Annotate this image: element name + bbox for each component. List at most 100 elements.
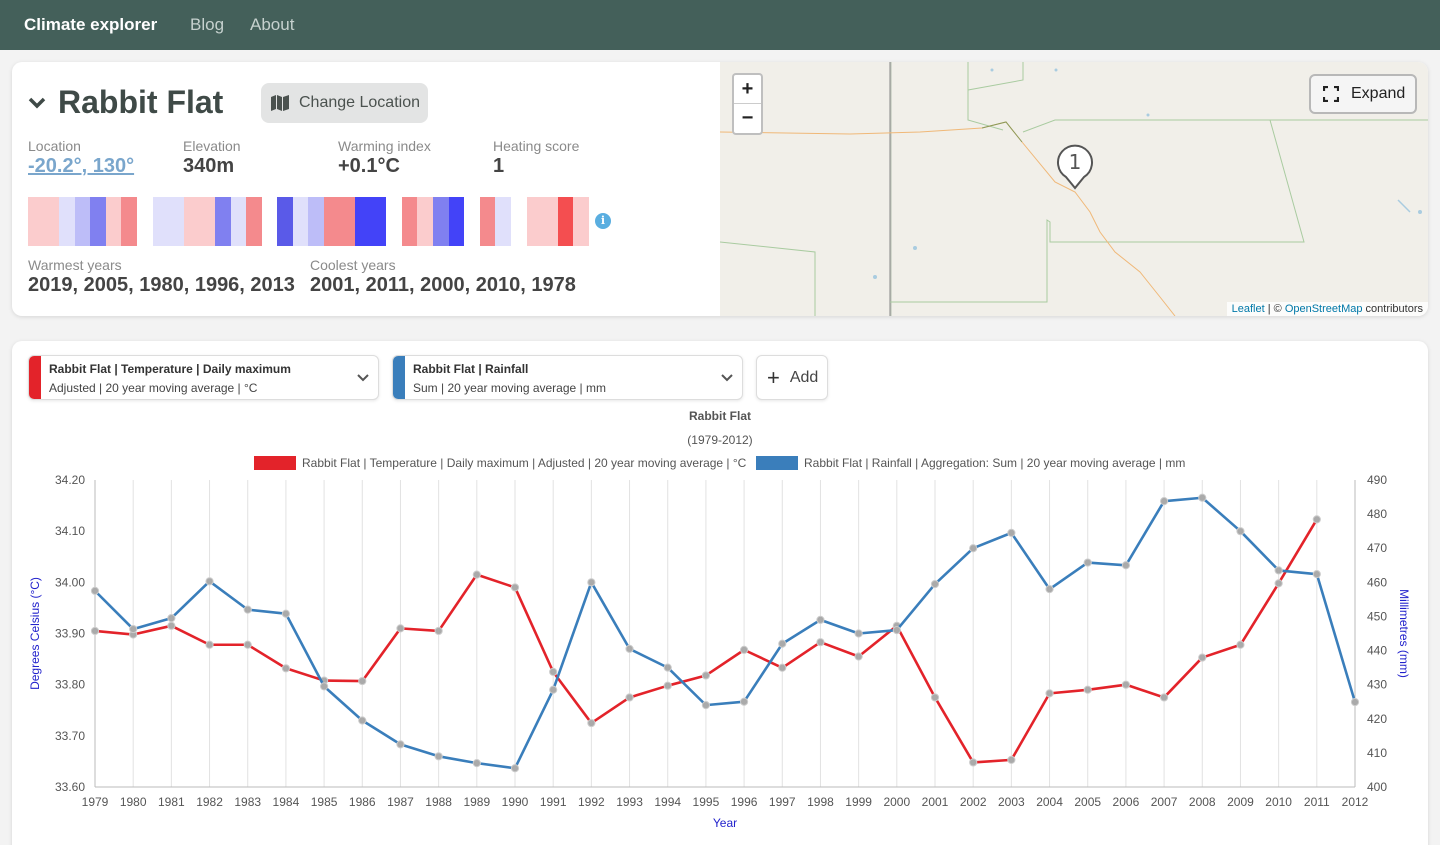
warming-stripe [464,197,480,246]
rainfall-data-point [1274,566,1283,575]
warmest-years-label: Warmest years [28,257,122,273]
nav-link-about[interactable]: About [250,15,294,35]
temperature-data-point [625,693,634,702]
location-name: Rabbit Flat [58,84,224,120]
temperature-data-point [854,652,863,661]
warming-stripe [479,197,496,246]
x-tick-label: 2002 [960,795,987,809]
map-icon [271,95,289,111]
temperature-data-point [1083,685,1092,694]
line-chart: 33.60 33.70 33.80 33.90 34.00 34.10 34.20 400 41… [28,473,1411,830]
rainfall-data-point [1045,585,1054,594]
rainfall-data-point [510,764,520,773]
rainfall-data-point [281,609,291,618]
y2-axis-title: Millimetres (mm) [1397,589,1411,678]
rainfall-data-point [701,701,711,710]
warming-stripe [557,197,574,246]
temperature-data-point [1045,689,1054,698]
y2-tick-label: 410 [1367,746,1387,760]
y2-tick-label: 460 [1367,575,1387,589]
y-tick-label: 33.80 [55,678,85,692]
warming-stripe [401,197,418,246]
temperature-data-point [587,718,596,728]
x-tick-label: 1991 [540,795,567,809]
warming-stripe [59,197,75,246]
y2-tick-label: 480 [1367,507,1387,521]
info-icon[interactable]: i [595,213,611,229]
temperature-data-point [739,645,749,654]
warming-stripe [214,197,231,246]
warming-stripe [323,197,340,246]
rainfall-data-point [892,625,901,635]
zoom-in-button[interactable]: + [734,75,761,104]
temperature-data-point [1007,755,1016,764]
x-tick-label: 2005 [1074,795,1101,809]
chart-card: Rabbit Flat | Temperature | Daily maximu… [12,341,1428,845]
warming-stripe [542,197,558,246]
warming-stripe [292,197,309,246]
warming-stripe [308,197,324,246]
temperature-data-point [778,663,787,672]
stat-label: Heating score [493,138,580,154]
warming-stripe [90,197,106,246]
location-map[interactable]: + − 1 Expand Leaflet | © OpenStreetMap c… [720,62,1428,316]
x-tick-label: 1980 [120,795,147,809]
leaflet-link[interactable]: Leaflet [1232,303,1265,315]
x-tick-label: 1982 [196,795,223,809]
warming-stripe [137,197,153,246]
rainfall-data-point [472,759,481,768]
warming-stripe [183,197,200,246]
temperature-data-point [1274,579,1283,588]
temperature-data-point [434,626,443,636]
warming-stripe [277,197,293,246]
temperature-data-point [1121,680,1131,689]
rainfall-data-point [1350,697,1360,707]
nav-link-blog[interactable]: Blog [190,15,224,35]
rainfall-data-point [854,629,863,638]
warming-stripes [28,197,589,246]
zoom-out-button[interactable]: − [734,104,761,133]
rainfall-data-point [969,544,978,553]
temperature-data-point [281,664,291,673]
warming-stripe [199,197,215,246]
stat-heating-score: Heating score 1 [493,138,579,178]
location-coordinates-link[interactable]: -20.2°, 130° [28,155,134,178]
x-tick-label: 1995 [693,795,720,809]
y2-tick-label: 430 [1367,678,1387,692]
temperature-data-point [663,681,672,690]
warming-stripe [510,197,527,246]
x-tick-label: 1993 [616,795,643,809]
warming-stripe [448,197,465,246]
warming-stripe [152,197,169,246]
rainfall-data-point [663,663,672,672]
rainfall-data-point [739,697,749,706]
brand-link[interactable]: Climate explorer [24,15,157,35]
osm-link[interactable]: OpenStreetMap [1285,303,1363,315]
top-navbar: Climate explorer Blog About [0,0,1440,50]
rainfall-series-line [94,496,1357,770]
map-expand-button[interactable]: Expand [1309,74,1417,114]
temperature-data-point [816,638,825,647]
attribution-separator: | © [1264,303,1285,315]
x-tick-label: 1986 [349,795,376,809]
map-marker-icon[interactable]: 1 [1056,144,1094,190]
y-tick-label: 33.60 [55,780,85,794]
x-tick-label: 1988 [425,795,452,809]
rainfall-data-point [930,579,940,589]
x-tick-label: 1998 [807,795,834,809]
change-location-button[interactable]: Change Location [261,83,428,123]
chevron-down-icon[interactable] [28,94,46,112]
x-axis-title: Year [713,816,737,830]
y2-tick-label: 420 [1367,712,1387,726]
temperature-data-point [510,583,520,592]
coolest-years-value: 2001, 2011, 2000, 2010, 1978 [310,274,576,296]
warming-stripe [105,197,122,246]
x-tick-label: 1981 [158,795,185,809]
rainfall-data-point [778,639,787,648]
stat-elevation: Elevation 340m [183,138,241,178]
warming-stripe [573,197,589,246]
temperature-data-point [396,624,405,633]
x-tick-label: 2000 [883,795,910,809]
rainfall-data-point [167,614,176,623]
x-tick-label: 2004 [1036,795,1063,809]
